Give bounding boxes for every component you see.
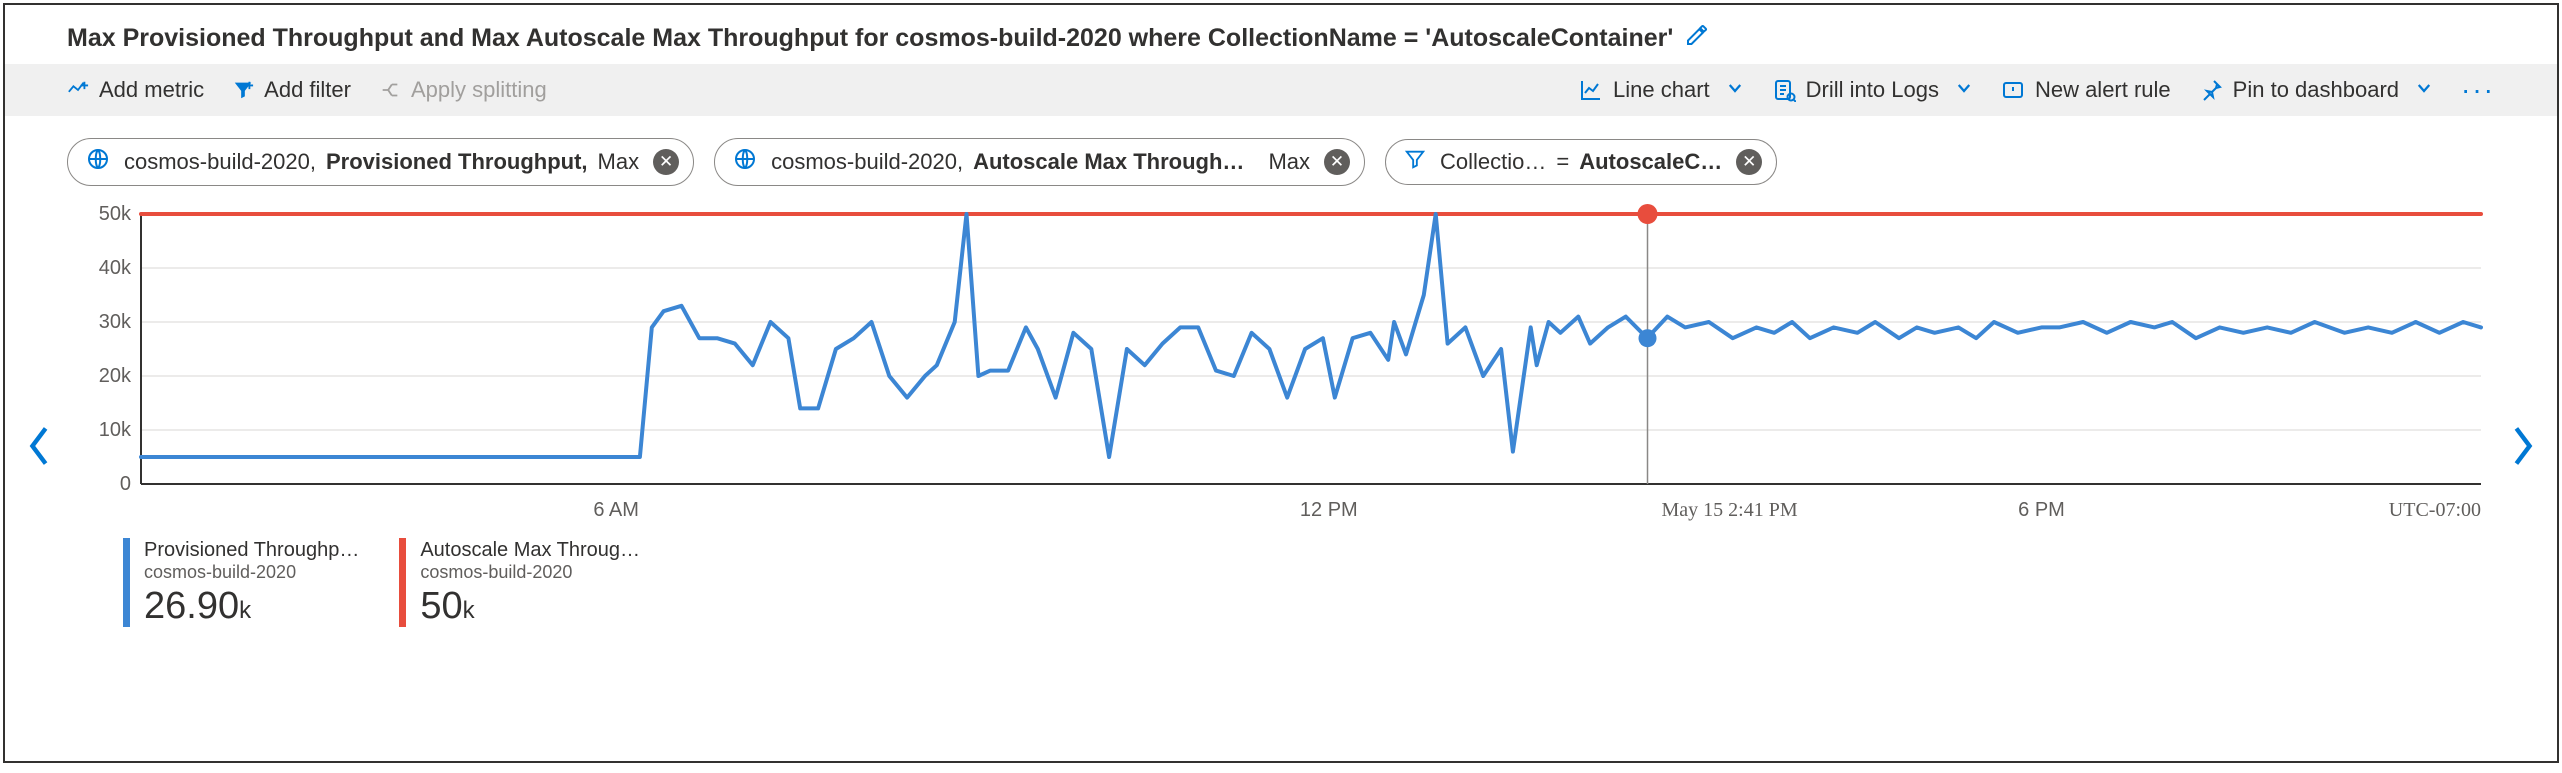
svg-text:40k: 40k <box>99 257 132 279</box>
svg-text:UTC-07:00: UTC-07:00 <box>2389 499 2481 521</box>
apply-splitting-label: Apply splitting <box>411 77 547 103</box>
pill2-metric: Autoscale Max Through… <box>973 149 1244 175</box>
remove-metric-2-button[interactable]: ✕ <box>1324 149 1350 175</box>
svg-text:May 15 2:41 PM: May 15 2:41 PM <box>1662 499 1798 521</box>
filter-eq: = <box>1556 149 1569 175</box>
toolbar-right: Line chart Drill into Logs New alert rul <box>1579 74 2495 106</box>
drill-logs-button[interactable]: Drill into Logs <box>1772 77 1973 103</box>
filter-pill[interactable]: Collectio… = AutoscaleC… ✕ <box>1385 139 1777 185</box>
filter-value: AutoscaleC… <box>1579 149 1722 175</box>
apply-splitting-button: Apply splitting <box>379 77 547 103</box>
svg-text:50k: 50k <box>99 204 132 225</box>
chart-type-label: Line chart <box>1613 77 1710 103</box>
new-alert-button[interactable]: New alert rule <box>2001 77 2171 103</box>
new-alert-label: New alert rule <box>2035 77 2171 103</box>
svg-text:6 PM: 6 PM <box>2018 499 2065 521</box>
svg-text:30k: 30k <box>99 311 132 333</box>
filter-pill-text: Collectio… = AutoscaleC… <box>1440 149 1722 175</box>
add-metric-label: Add metric <box>99 77 204 103</box>
toolbar: Add metric Add filter Apply splitting <box>5 64 2557 116</box>
filter-icon <box>1404 148 1426 176</box>
pin-icon <box>2199 78 2223 102</box>
metric-pill-2[interactable]: cosmos-build-2020, Autoscale Max Through… <box>714 138 1365 186</box>
line-chart[interactable]: 10k 20k 30k 40k 50k 0 6 AM 12 PM 6 PM May 15 2:41… <box>61 204 2501 534</box>
pill1-metric: Provisioned Throughput, <box>326 149 588 175</box>
add-filter-label: Add filter <box>264 77 351 103</box>
metric-pill-2-text: cosmos-build-2020, Autoscale Max Through… <box>771 149 1244 175</box>
add-metric-icon <box>67 79 89 101</box>
chevron-down-icon <box>1955 77 1973 103</box>
svg-text:12 PM: 12 PM <box>1300 499 1358 521</box>
previous-chart-button[interactable] <box>25 424 53 478</box>
pill1-scope: cosmos-build-2020, <box>124 149 316 175</box>
legend-1-unit: k <box>239 597 251 624</box>
legend-1-number: 26.90 <box>144 585 239 627</box>
legend-2-sub: cosmos-build-2020 <box>420 562 640 584</box>
line-chart-icon <box>1579 78 1603 102</box>
pill2-agg: Max <box>1268 149 1310 175</box>
scope-icon <box>86 147 110 177</box>
drill-logs-icon <box>1772 78 1796 102</box>
chart-type-button[interactable]: Line chart <box>1579 77 1744 103</box>
legend-2-number: 50 <box>420 585 462 627</box>
metric-pill-1[interactable]: cosmos-build-2020, Provisioned Throughpu… <box>67 138 694 186</box>
filter-name: Collectio… <box>1440 149 1546 175</box>
chart-area: 10k 20k 30k 40k 50k 0 6 AM 12 PM 6 PM May 15 2:41… <box>25 204 2537 534</box>
next-chart-button[interactable] <box>2509 424 2537 478</box>
svg-text:20k: 20k <box>99 365 132 387</box>
legend-2-unit: k <box>463 597 475 624</box>
pin-dashboard-label: Pin to dashboard <box>2233 77 2399 103</box>
remove-filter-button[interactable]: ✕ <box>1736 149 1762 175</box>
metrics-pill-row: cosmos-build-2020, Provisioned Throughpu… <box>5 116 2557 192</box>
pin-dashboard-button[interactable]: Pin to dashboard <box>2199 77 2433 103</box>
add-filter-button[interactable]: Add filter <box>232 77 351 103</box>
legend-card-provisioned[interactable]: Provisioned Throughp… cosmos-build-2020 … <box>123 538 359 627</box>
legend-2-value: 50k <box>420 586 640 628</box>
remove-metric-1-button[interactable]: ✕ <box>653 149 679 175</box>
legend-row: Provisioned Throughp… cosmos-build-2020 … <box>5 534 2557 627</box>
legend-2-title: Autoscale Max Throug… <box>420 538 640 562</box>
legend-1-sub: cosmos-build-2020 <box>144 562 359 584</box>
svg-text:6 AM: 6 AM <box>593 499 639 521</box>
scope-icon <box>733 147 757 177</box>
svg-text:10k: 10k <box>99 419 132 441</box>
legend-1-title: Provisioned Throughp… <box>144 538 359 562</box>
chevron-down-icon <box>1726 77 1744 103</box>
legend-1-value: 26.90k <box>144 586 359 628</box>
toolbar-left: Add metric Add filter Apply splitting <box>67 77 547 103</box>
legend-card-autoscale[interactable]: Autoscale Max Throug… cosmos-build-2020 … <box>399 538 640 627</box>
pill2-scope: cosmos-build-2020, <box>771 149 963 175</box>
pill1-agg: Max <box>598 149 640 175</box>
more-actions-button[interactable]: ··· <box>2461 74 2495 106</box>
metrics-chart-panel: Max Provisioned Throughput and Max Autos… <box>3 3 2559 763</box>
page-title: Max Provisioned Throughput and Max Autos… <box>67 24 1673 53</box>
metric-pill-1-text: cosmos-build-2020, Provisioned Throughpu… <box>124 149 639 175</box>
edit-title-icon[interactable] <box>1685 23 1709 54</box>
chevron-down-icon <box>2415 77 2433 103</box>
add-filter-icon <box>232 79 254 101</box>
add-metric-button[interactable]: Add metric <box>67 77 204 103</box>
apply-splitting-icon <box>379 79 401 101</box>
alert-icon <box>2001 78 2025 102</box>
svg-text:0: 0 <box>120 473 131 495</box>
title-row: Max Provisioned Throughput and Max Autos… <box>5 5 2557 64</box>
drill-logs-label: Drill into Logs <box>1806 77 1939 103</box>
